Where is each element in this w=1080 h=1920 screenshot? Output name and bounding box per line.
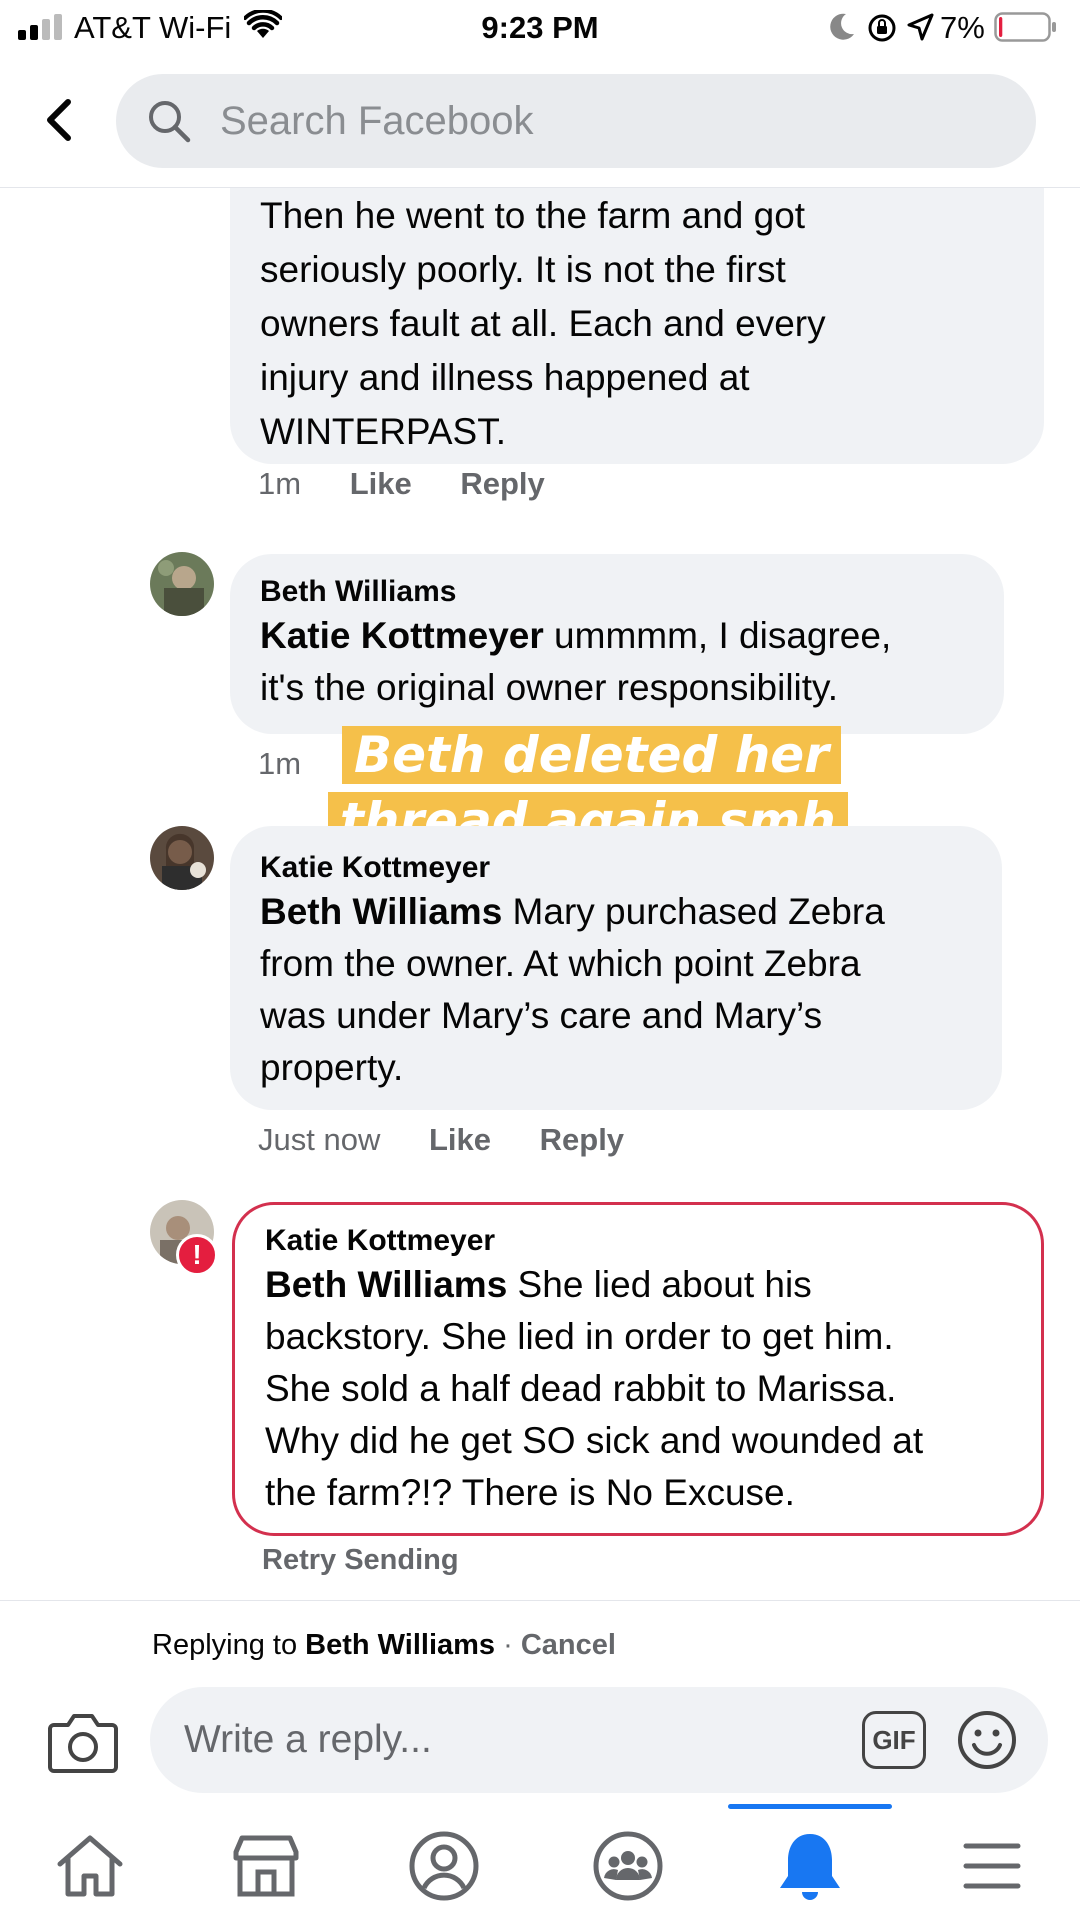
menu-icon (963, 1843, 1021, 1889)
mention-link[interactable]: Beth Williams (265, 1264, 507, 1305)
nav-marketplace[interactable] (226, 1826, 306, 1906)
gif-button[interactable]: GIF (862, 1711, 926, 1769)
comment-text-line: the farm?!? There is No Excuse. (265, 1472, 795, 1513)
comment-text-line: seriously poorly. It is not the first (260, 249, 786, 290)
comment-text-line: from the owner. At which point Zebra (260, 943, 861, 984)
search-bar[interactable] (116, 74, 1036, 168)
back-arrow-icon[interactable] (34, 94, 86, 146)
avatar[interactable] (150, 826, 214, 890)
comment-text-fragment: She lied about his (507, 1264, 812, 1305)
comment-author[interactable]: Katie Kottmeyer (260, 826, 972, 886)
comment-author[interactable]: Katie Kottmeyer (265, 1205, 1011, 1259)
search-input[interactable] (220, 74, 1000, 168)
profile-icon (409, 1831, 479, 1901)
failed-comment-bubble[interactable]: Katie Kottmeyer Beth Williams She lied a… (232, 1202, 1044, 1536)
nav-home[interactable] (50, 1826, 130, 1906)
comment-text-fragment: ummmm, I disagree, (543, 615, 892, 656)
comment-text-line: Why did he get SO sick and wounded at (265, 1420, 924, 1461)
comment-text-line: was under Mary’s care and Mary’s (260, 995, 823, 1036)
avatar-photo (150, 552, 214, 616)
comment-text-line: it's the original owner responsibility. (260, 667, 839, 708)
battery-icon (994, 12, 1056, 42)
search-icon (149, 101, 191, 143)
comment-bubble: Then he went to the farm and got serious… (230, 188, 1044, 464)
comment-timestamp: 1m (258, 466, 302, 501)
comment-meta: 1m (258, 744, 341, 784)
nav-notifications[interactable] (770, 1826, 850, 1906)
orientation-lock-icon (868, 14, 896, 42)
comment-meta: Just now Like Reply (258, 1120, 664, 1160)
replying-to-banner: Replying to Beth Williams · Cancel (152, 1625, 616, 1665)
reply-input-container[interactable]: GIF (150, 1687, 1048, 1793)
reply-button[interactable]: Reply (540, 1122, 624, 1157)
comment-text-line: property. (260, 1047, 404, 1088)
reply-button[interactable]: Reply (460, 466, 544, 501)
comment-timestamp: Just now (258, 1122, 381, 1157)
retry-sending-button[interactable]: Retry Sending (262, 1542, 459, 1578)
notifications-icon (780, 1834, 840, 1900)
status-bar: AT&T Wi-Fi 9:23 PM 7% (0, 0, 1080, 56)
error-alert-icon: ! (176, 1234, 218, 1276)
battery-percent: 7% (940, 10, 985, 45)
bottom-navigation (0, 1804, 1080, 1920)
comment-text-line: WINTERPAST. (260, 411, 506, 452)
comment-text-line: Then he went to the farm and got (260, 195, 806, 236)
comment-text-line: Beth Williams She lied about his (265, 1259, 1011, 1311)
avatar[interactable] (150, 552, 214, 616)
comment-text-line: owners fault at all. Each and every (260, 303, 826, 344)
do-not-disturb-moon-icon (830, 13, 854, 40)
comment-text-fragment: Mary purchased Zebra (502, 891, 885, 932)
comment-bubble: Beth Williams Katie Kottmeyer ummmm, I d… (230, 554, 1004, 734)
comment-timestamp: 1m (258, 746, 302, 781)
comment-text-line: She sold a half dead rabbit to Marissa. (265, 1368, 897, 1409)
nav-groups[interactable] (588, 1826, 668, 1906)
reply-composer: Replying to Beth Williams · Cancel GIF (0, 1600, 1080, 1804)
location-arrow-icon (907, 13, 934, 41)
replying-to-prefix: Replying to (152, 1629, 306, 1661)
header (0, 56, 1080, 188)
mention-link[interactable]: Beth Williams (260, 891, 502, 932)
emoji-smiley-icon[interactable] (956, 1709, 1018, 1771)
like-button[interactable]: Like (429, 1122, 491, 1157)
groups-icon (593, 1831, 663, 1901)
comment-author[interactable]: Beth Williams (260, 554, 974, 610)
avatar-photo (150, 826, 214, 890)
reply-input[interactable] (184, 1687, 834, 1793)
comment-text-line: injury and illness happened at (260, 357, 750, 398)
mention-link[interactable]: Katie Kottmeyer (260, 615, 544, 656)
replying-to-name: Beth Williams (305, 1629, 496, 1661)
active-tab-indicator (728, 1804, 892, 1809)
comment-meta: 1m Like Reply (258, 464, 585, 504)
separator: · (495, 1629, 521, 1661)
comment-text-line: Katie Kottmeyer ummmm, I disagree, (260, 610, 974, 662)
like-button[interactable]: Like (350, 466, 412, 501)
comment-text-line: Beth Williams Mary purchased Zebra (260, 886, 972, 938)
nav-menu[interactable] (952, 1826, 1032, 1906)
marketplace-icon (233, 1835, 299, 1897)
cancel-reply-button[interactable]: Cancel (521, 1629, 616, 1661)
story-text-sticker: Beth deleted her (342, 726, 841, 784)
home-icon (57, 1835, 123, 1897)
comment-text-line: backstory. She lied in order to get him. (265, 1316, 894, 1357)
camera-icon[interactable] (48, 1711, 118, 1773)
comment-bubble: Katie Kottmeyer Beth Williams Mary purch… (230, 826, 1002, 1110)
nav-profile[interactable] (404, 1826, 484, 1906)
